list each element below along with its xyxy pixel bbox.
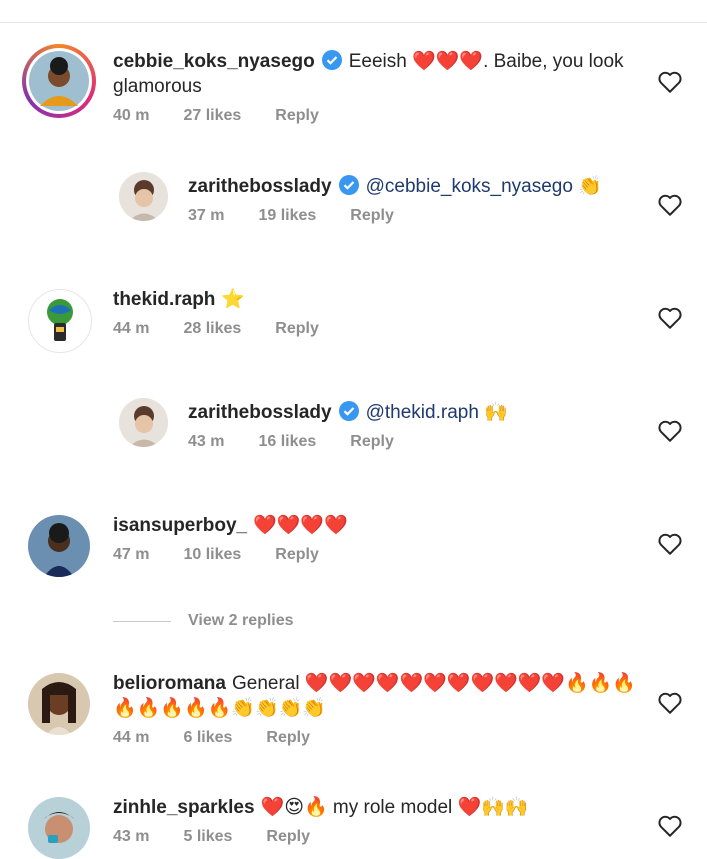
comment-text: ❤️😍🔥 my role model ❤️🙌🙌 [260,797,529,818]
reply-button[interactable]: Reply [275,320,319,338]
like-heart-icon[interactable] [657,691,683,715]
comment-likes[interactable]: 19 likes [258,207,316,225]
top-divider [0,22,707,23]
like-heart-icon[interactable] [657,193,683,217]
avatar-image [26,48,92,114]
avatar-image [28,515,90,577]
comment-likes[interactable]: 27 likes [183,107,241,125]
comment-likes[interactable]: 5 likes [183,828,232,846]
comment-time: 44 m [113,320,150,337]
comment-time: 43 m [113,828,150,845]
comment-time: 40 m [113,107,150,124]
comment-username[interactable]: isansuperboy_ [113,515,247,536]
like-heart-icon[interactable] [657,814,683,838]
reply-button[interactable]: Reply [266,729,310,747]
like-heart-icon[interactable] [657,419,683,443]
view-replies-label: View 2 replies [188,612,294,629]
comment-username[interactable]: cebbie_koks_nyasego [113,51,315,72]
comment-likes[interactable]: 6 likes [183,729,232,747]
comment-time: 37 m [188,207,225,224]
like-heart-icon[interactable] [657,306,683,330]
avatar-image [119,398,168,447]
mention-link[interactable]: @thekid.raph [366,402,479,423]
comment-username[interactable]: zinhle_sparkles [113,797,255,818]
verified-badge-icon [321,50,342,70]
avatar[interactable] [28,289,92,353]
reply-button[interactable]: Reply [266,828,310,846]
view-replies-button[interactable]: View 2 replies [113,612,294,630]
comment-text: 👏 [578,176,602,197]
mention-link[interactable]: @cebbie_koks_nyasego [366,176,573,197]
reply-button[interactable]: Reply [275,546,319,564]
comment-text: 🙌 [484,402,508,423]
verified-badge-icon [338,175,359,195]
comment-time: 47 m [113,546,150,563]
avatar-image [28,797,90,859]
avatar-image [28,673,90,735]
verified-badge-icon [338,401,359,421]
avatar-image [47,299,73,341]
comment-time: 43 m [188,433,225,450]
reply-button[interactable]: Reply [350,207,394,225]
avatar[interactable] [28,515,90,577]
comment-username[interactable]: zarithebosslady [188,176,332,197]
comment-text: ❤️❤️❤️❤️ [253,515,348,536]
comment-time: 44 m [113,729,150,746]
comment-likes[interactable]: 28 likes [183,320,241,338]
comment-likes[interactable]: 10 likes [183,546,241,564]
reply-button[interactable]: Reply [350,433,394,451]
avatar[interactable] [22,44,96,118]
avatar[interactable] [119,398,168,447]
comment-likes[interactable]: 16 likes [258,433,316,451]
comment-username[interactable]: zarithebosslady [188,402,332,423]
like-heart-icon[interactable] [657,70,683,94]
avatar-image [119,172,168,221]
comment-username[interactable]: belioromana [113,673,226,694]
view-replies-divider [113,620,171,622]
reply-button[interactable]: Reply [275,107,319,125]
avatar[interactable] [119,172,168,221]
avatar[interactable] [28,797,90,859]
comment-text: ⭐ [221,289,246,310]
avatar[interactable] [28,673,90,735]
like-heart-icon[interactable] [657,532,683,556]
comment-username[interactable]: thekid.raph [113,289,215,310]
